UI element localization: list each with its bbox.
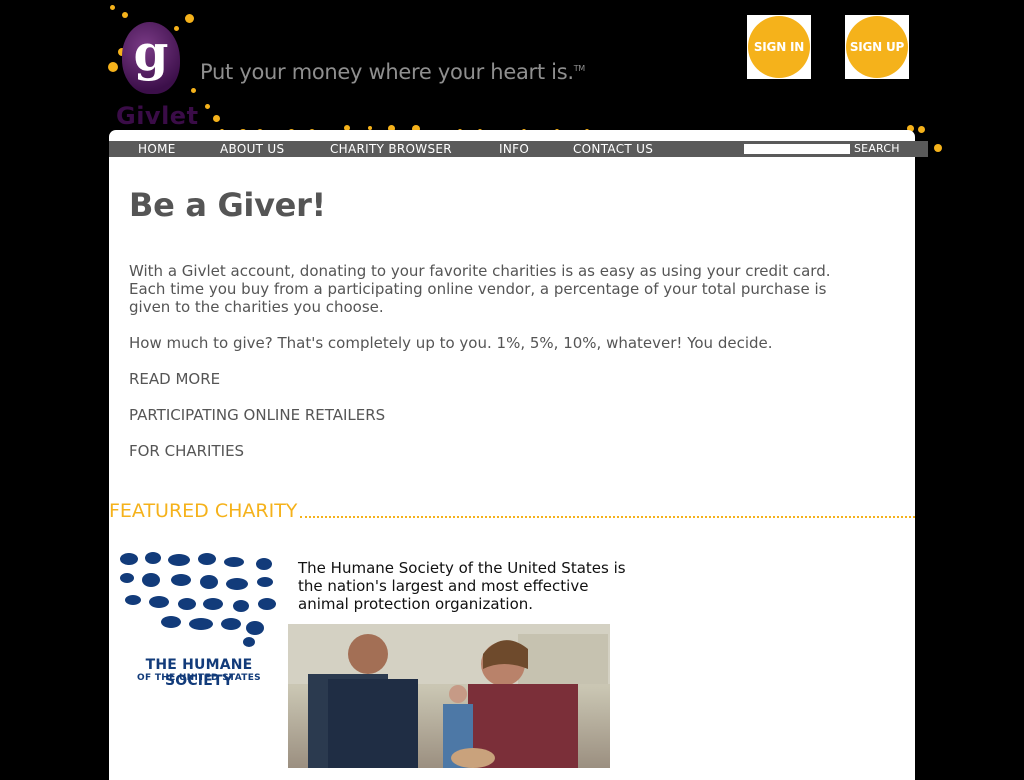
tagline: Put your money where your heart is.TM <box>200 60 585 84</box>
logo-mark-icon: g <box>122 22 180 94</box>
featured-charity-title: FEATURED CHARITY <box>109 500 298 522</box>
nav-about-us[interactable]: ABOUT US <box>220 141 284 157</box>
logo-wordmark: Givlet <box>116 102 199 130</box>
for-charities-link[interactable]: FOR CHARITIES <box>129 442 869 460</box>
trademark-mark: TM <box>573 64 586 73</box>
search-input[interactable] <box>744 144 850 154</box>
intro-paragraph: With a Givlet account, donating to your … <box>129 262 831 316</box>
featured-charity-header: FEATURED CHARITY <box>109 498 915 522</box>
sign-in-button[interactable]: SIGN IN <box>747 15 811 79</box>
charity-logo-subtitle: OF THE UNITED STATES <box>137 673 261 683</box>
sign-in-label: SIGN IN <box>748 16 810 78</box>
dotted-divider <box>300 516 915 518</box>
sign-up-button[interactable]: SIGN UP <box>845 15 909 79</box>
charity-photo <box>288 624 610 768</box>
nav-contact-us[interactable]: CONTACT US <box>573 141 653 157</box>
tagline-text: Put your money where your heart is. <box>200 60 574 84</box>
search-button[interactable]: SEARCH <box>854 141 900 157</box>
givlet-logo[interactable]: g Givlet <box>104 4 214 130</box>
main-content: Be a Giver! With a Givlet account, donat… <box>129 186 869 460</box>
nav-home[interactable]: HOME <box>138 141 176 157</box>
page-title: Be a Giver! <box>129 186 326 224</box>
nav-charity-browser[interactable]: CHARITY BROWSER <box>330 141 452 157</box>
charity-description: The Humane Society of the United States … <box>298 559 626 613</box>
nav-info[interactable]: INFO <box>499 141 529 157</box>
main-nav: HOME ABOUT US CHARITY BROWSER INFO CONTA… <box>109 141 928 157</box>
giving-paragraph: How much to give? That's completely up t… <box>129 334 773 352</box>
retailers-link[interactable]: PARTICIPATING ONLINE RETAILERS <box>129 406 869 424</box>
veterinarians-with-dog-photo-icon <box>288 624 610 768</box>
sign-up-label: SIGN UP <box>846 16 908 78</box>
animals-map-icon <box>120 552 276 647</box>
read-more-link[interactable]: READ MORE <box>129 370 869 388</box>
